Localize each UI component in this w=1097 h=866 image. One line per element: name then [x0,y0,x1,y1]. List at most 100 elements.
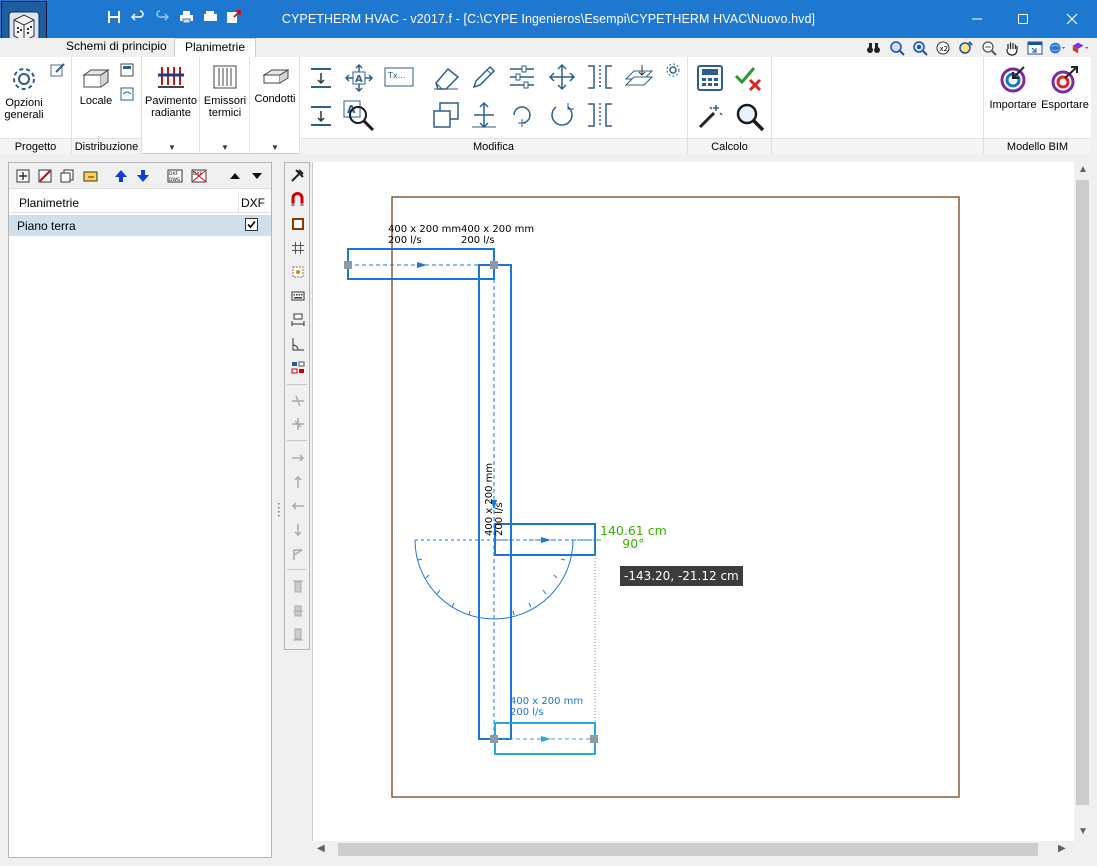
drawing-canvas[interactable]: 400 x 200 mm 200 l/s 400 x 200 mm 200 l/… [312,162,1074,841]
help-book-icon[interactable] [1072,39,1089,56]
point-snap-icon[interactable] [289,263,306,280]
mirror-copy-icon[interactable] [586,101,614,132]
duct-node[interactable] [490,261,498,269]
svg-text:A: A [355,74,363,85]
duct-node[interactable] [590,735,598,743]
angle-icon[interactable] [289,335,306,352]
collapse-down-icon[interactable] [249,168,265,184]
room-boundary[interactable] [391,196,960,798]
tab-schemi-di-principio[interactable]: Schemi di principio [56,38,177,57]
pavimento-dropdown-icon[interactable]: ▼ [168,143,176,152]
zoom-refresh-icon[interactable] [957,39,974,56]
magnet-icon[interactable] [289,191,306,208]
level-mid-icon-disabled[interactable] [289,601,306,618]
mirror-icon[interactable] [586,63,614,94]
locale-button[interactable]: Locale [76,67,116,107]
extend-left-icon-disabled[interactable] [289,497,306,514]
text-move-icon[interactable]: A [344,63,374,96]
esportare-button[interactable]: Esportare [1040,65,1090,111]
dxf-checkbox[interactable] [245,218,258,231]
vertical-scroll-thumb[interactable] [1076,180,1089,805]
join-icon-disabled[interactable] [289,415,306,432]
level-bottom-icon-disabled[interactable] [289,625,306,642]
duct-label-1: 400 x 200 mm 200 l/s [388,224,461,246]
tools-icon[interactable] [289,167,306,184]
collapse-up-icon[interactable] [227,168,243,184]
svg-text:Tx...: Tx... [387,71,405,80]
duct-node[interactable] [490,735,498,743]
move-vertical-icon[interactable] [308,65,334,94]
scroll-left-icon[interactable]: ◀ [317,843,325,854]
edit-plan-icon[interactable] [83,168,99,184]
emissori-dropdown-icon[interactable]: ▼ [221,143,229,152]
move-up-icon[interactable] [113,168,129,184]
condotti-button[interactable]: Condotti [252,65,298,105]
copy-plan-icon[interactable] [59,168,75,184]
move-down-icon[interactable] [135,168,151,184]
delete-plan-icon[interactable] [37,168,53,184]
grid-icon[interactable] [289,239,306,256]
opzioni-generali-label: Opzioni generali [4,97,44,121]
table-row[interactable]: Piano terra [9,215,271,236]
rotate-icon[interactable] [548,101,576,132]
minimize-button[interactable] [954,0,1000,38]
horizontal-scrollbar[interactable]: ◀ ▶ [312,841,1074,858]
check-errors-icon[interactable] [734,64,764,95]
zoom-window-icon[interactable] [888,39,905,56]
add-plan-icon[interactable] [15,168,31,184]
importare-button[interactable]: Importare [988,65,1038,111]
settings-small-icon[interactable] [666,63,680,80]
tab-planimetrie[interactable]: Planimetrie [174,38,257,57]
calculator-small-icon[interactable] [120,63,134,80]
sliders-icon[interactable] [508,63,536,94]
keyboard-icon[interactable] [289,287,306,304]
horizontal-scroll-thumb[interactable] [338,843,1038,856]
zoom-x2-icon[interactable]: x2 [934,39,951,56]
dxf-delete-icon[interactable]: DXF [191,168,207,184]
move-icon[interactable] [548,63,576,94]
scroll-up-icon[interactable]: ▲ [1078,164,1088,175]
layers-snap-icon[interactable] [289,359,306,376]
emissori-termici-button[interactable]: Emissori termici [202,63,248,119]
room-list-icon[interactable] [120,87,134,104]
binoculars-icon[interactable] [865,39,882,56]
align-vertical-icon[interactable] [308,99,334,130]
pencil-icon[interactable] [470,63,498,94]
zoom-extents-icon[interactable] [911,39,928,56]
ribbon-tab-row: Schemi di principio Planimetrie x2 [0,38,1097,57]
panel-splitter[interactable] [277,502,280,518]
pan-hand-icon[interactable] [1003,39,1020,56]
level-top-icon-disabled[interactable] [289,577,306,594]
duct-node[interactable] [344,261,352,269]
extend-up-icon-disabled[interactable] [289,473,306,490]
window-view-icon[interactable] [1026,39,1043,56]
vertical-scrollbar[interactable]: ▲ ▼ [1074,162,1091,841]
edit-project-icon[interactable] [50,62,66,81]
calculate-icon[interactable] [696,64,724,95]
close-button[interactable] [1049,0,1095,38]
zoom-out-icon[interactable] [980,39,997,56]
cut-icon-disabled[interactable] [289,391,306,408]
scroll-right-icon[interactable]: ▶ [1058,843,1066,854]
branch-icon-disabled[interactable] [289,545,306,562]
pavimento-radiante-button[interactable]: Pavimento radiante [144,63,198,119]
dxf-import-icon[interactable]: DXF DWG [167,168,183,184]
extend-right-icon-disabled[interactable] [289,449,306,466]
condotti-dropdown-icon[interactable]: ▼ [271,143,279,152]
measure-icon[interactable] [289,311,306,328]
text-zoom-icon[interactable]: A [342,99,376,136]
square-snap-icon[interactable] [289,215,306,232]
magic-wand-icon[interactable] [696,103,724,134]
eraser-icon[interactable] [432,65,460,94]
copy-icon[interactable] [432,101,460,132]
maximize-button[interactable] [1000,0,1046,38]
extend-down-icon-disabled[interactable] [289,521,306,538]
rotate-point-icon[interactable] [508,101,536,132]
opzioni-generali-button[interactable]: Opzioni generali [2,65,46,121]
search-results-icon[interactable] [734,101,766,136]
layers-icon[interactable] [624,63,654,94]
scroll-down-icon[interactable]: ▼ [1078,826,1088,837]
stretch-icon[interactable] [470,101,498,132]
text-box-icon[interactable]: Tx... [384,67,414,90]
globe-icon[interactable] [1049,39,1066,56]
